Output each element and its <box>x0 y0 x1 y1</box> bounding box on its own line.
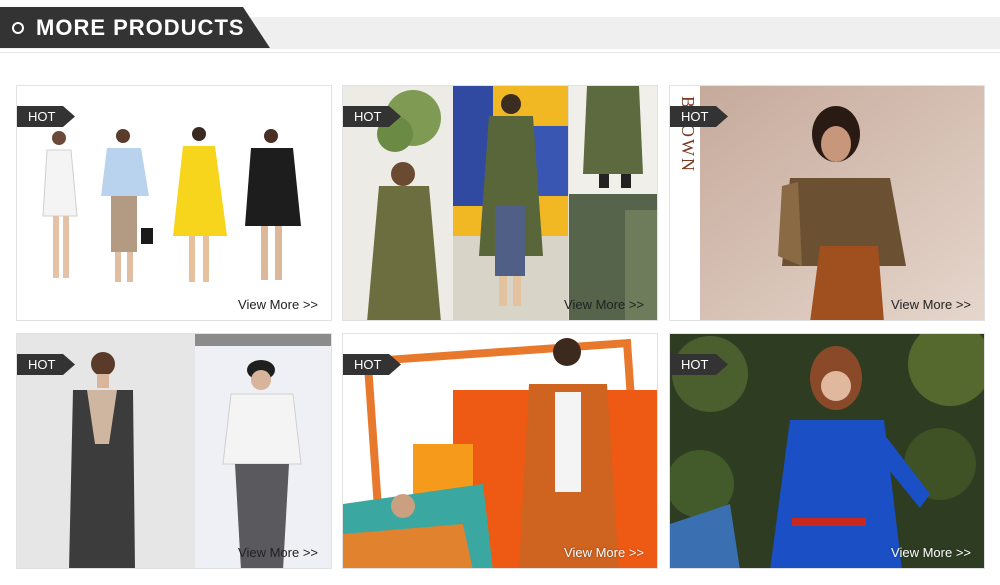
hot-badge: HOT <box>343 354 401 375</box>
hot-badge: HOT <box>343 106 401 127</box>
hot-badge: HOT <box>17 106 75 127</box>
view-more-link[interactable]: View More >> <box>564 545 644 560</box>
section-title: MORE PRODUCTS <box>36 15 245 40</box>
view-more-link[interactable]: View More >> <box>891 297 971 312</box>
product-card-6[interactable]: HOT View More >> <box>669 333 985 569</box>
view-more-link[interactable]: View More >> <box>238 297 318 312</box>
product-card-1[interactable]: HOT View More >> <box>16 85 332 321</box>
circle-bullet-icon <box>12 22 24 34</box>
product-card-5[interactable]: HOT View More >> <box>342 333 658 569</box>
hot-badge: HOT <box>670 354 728 375</box>
view-more-link[interactable]: View More >> <box>238 545 318 560</box>
product-card-2[interactable]: HOT View More >> <box>342 85 658 321</box>
product-card-3[interactable]: BROWN HOT View More >> <box>669 85 985 321</box>
view-more-link[interactable]: View More >> <box>891 545 971 560</box>
section-header-divider <box>0 52 1000 53</box>
view-more-link[interactable]: View More >> <box>564 297 644 312</box>
hot-badge: HOT <box>17 354 75 375</box>
product-card-4[interactable]: HOT View More >> <box>16 333 332 569</box>
hot-badge: HOT <box>670 106 728 127</box>
